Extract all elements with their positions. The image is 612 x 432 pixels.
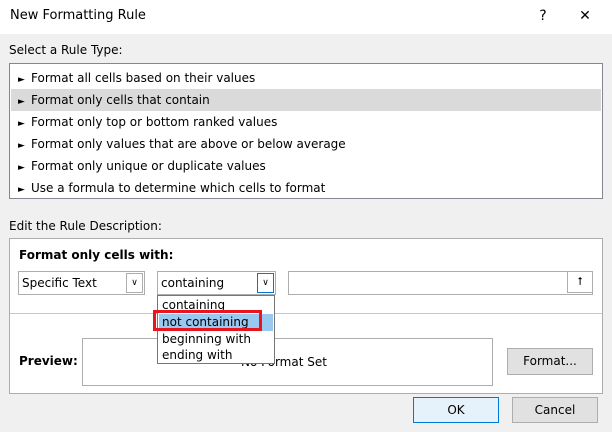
rule-type-item-label: Format only values that are above or bel… xyxy=(31,137,346,151)
operator-select[interactable]: containing ∨ xyxy=(157,271,276,295)
arrow-right-icon: ► xyxy=(18,75,25,85)
close-button[interactable]: ✕ xyxy=(571,4,599,28)
rule-type-item-label: Format only unique or duplicate values xyxy=(31,159,266,173)
operator-value: containing xyxy=(161,276,225,290)
rule-type-item[interactable]: ► Format only top or bottom ranked values xyxy=(11,111,601,133)
arrow-right-icon: ► xyxy=(18,163,25,173)
arrow-right-icon: ► xyxy=(18,141,25,151)
rule-type-item[interactable]: ► Format only values that are above or be… xyxy=(11,133,601,155)
chevron-down-icon[interactable]: ∨ xyxy=(126,273,143,293)
rule-type-item-label: Format all cells based on their values xyxy=(31,71,256,85)
condition-type-select[interactable]: Specific Text ∨ xyxy=(18,271,145,295)
arrow-right-icon: ► xyxy=(18,97,25,107)
rule-type-label: Select a Rule Type: xyxy=(9,43,123,57)
arrow-right-icon: ► xyxy=(18,185,25,195)
dialog-title: New Formatting Rule xyxy=(10,8,146,23)
arrow-right-icon: ► xyxy=(18,119,25,129)
format-button[interactable]: Format... xyxy=(507,348,593,375)
ok-button[interactable]: OK xyxy=(413,397,499,423)
rule-type-item-label: Format only cells that contain xyxy=(31,93,210,107)
close-icon: ✕ xyxy=(579,8,591,24)
dropdown-option[interactable]: ending with xyxy=(159,347,273,364)
preview-box: No Format Set xyxy=(82,338,493,386)
annotation-highlight-box xyxy=(153,310,262,331)
rule-type-item[interactable]: ► Use a formula to determine which cells … xyxy=(11,177,601,199)
rule-type-item-label: Use a formula to determine which cells t… xyxy=(31,181,326,195)
collapse-dialog-button[interactable]: ⭡ xyxy=(567,271,593,293)
rule-description-label: Edit the Rule Description: xyxy=(9,219,162,233)
dropdown-option[interactable]: beginning with xyxy=(159,331,273,348)
format-cells-heading: Format only cells with: xyxy=(19,248,174,262)
rule-type-item-label: Format only top or bottom ranked values xyxy=(31,115,278,129)
upload-arrow-icon: ⭡ xyxy=(577,275,583,288)
rule-type-item[interactable]: ► Format only unique or duplicate values xyxy=(11,155,601,177)
rule-type-list[interactable]: ► Format all cells based on their values … xyxy=(9,63,603,199)
rule-type-item[interactable]: ► Format all cells based on their values xyxy=(11,67,601,89)
chevron-down-icon[interactable]: ∨ xyxy=(257,273,274,293)
cancel-button[interactable]: Cancel xyxy=(512,397,598,423)
divider xyxy=(10,313,602,314)
condition-type-value: Specific Text xyxy=(22,276,97,290)
rule-type-item-selected[interactable]: ► Format only cells that contain xyxy=(11,89,601,111)
help-button[interactable]: ? xyxy=(529,4,557,28)
value-input[interactable] xyxy=(288,271,593,295)
preview-label: Preview: xyxy=(19,354,78,368)
